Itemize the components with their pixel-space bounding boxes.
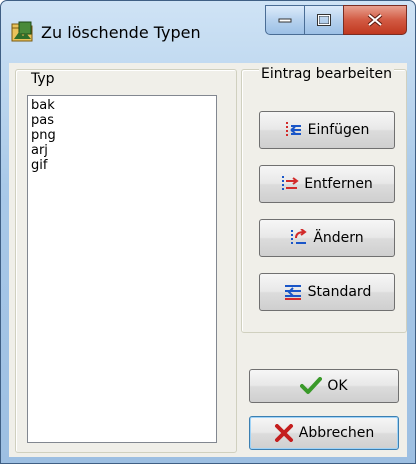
insert-button[interactable]: Einfügen xyxy=(259,111,395,149)
ok-button-label: OK xyxy=(327,378,348,394)
default-button-label: Standard xyxy=(307,284,372,300)
insert-button-label: Einfügen xyxy=(307,122,370,138)
change-button[interactable]: Ändern xyxy=(259,219,395,257)
edit-group-label: Eintrag bearbeiten xyxy=(259,66,394,82)
change-button-label: Ändern xyxy=(313,230,364,246)
remove-icon xyxy=(281,175,299,193)
ok-button[interactable]: OK xyxy=(249,369,399,403)
insert-icon xyxy=(285,121,303,139)
dialog-client-area: Typ bak pas png arj gif Eintrag bearbeit… xyxy=(9,63,407,457)
maximize-button[interactable] xyxy=(304,5,344,35)
checkmark-icon xyxy=(300,377,323,395)
types-listbox[interactable]: bak pas png arj gif xyxy=(27,95,217,443)
minimize-button[interactable] xyxy=(265,5,305,35)
list-item[interactable]: png xyxy=(31,128,213,143)
close-button[interactable] xyxy=(343,5,407,35)
default-button[interactable]: Standard xyxy=(259,273,395,311)
minimize-icon xyxy=(278,18,292,23)
window-title: Zu löschende Typen xyxy=(41,23,201,42)
list-item[interactable]: gif xyxy=(31,158,213,173)
cross-icon xyxy=(274,424,294,442)
dialog-window: Zu löschende Typen Typ bak pas png arj g… xyxy=(0,0,416,464)
default-icon xyxy=(283,283,303,301)
cancel-button-label: Abbrechen xyxy=(298,425,375,441)
list-item[interactable]: pas xyxy=(31,113,213,128)
list-item[interactable]: arj xyxy=(31,143,213,158)
change-icon xyxy=(290,229,308,247)
folder-icon xyxy=(11,21,35,43)
cancel-button[interactable]: Abbrechen xyxy=(249,416,399,450)
maximize-icon xyxy=(317,14,331,26)
list-item[interactable]: bak xyxy=(31,98,213,113)
title-bar[interactable]: Zu löschende Typen xyxy=(1,1,415,63)
remove-button[interactable]: Entfernen xyxy=(259,165,395,203)
remove-button-label: Entfernen xyxy=(304,176,373,192)
close-icon xyxy=(367,13,383,27)
types-label: Typ xyxy=(29,71,57,87)
